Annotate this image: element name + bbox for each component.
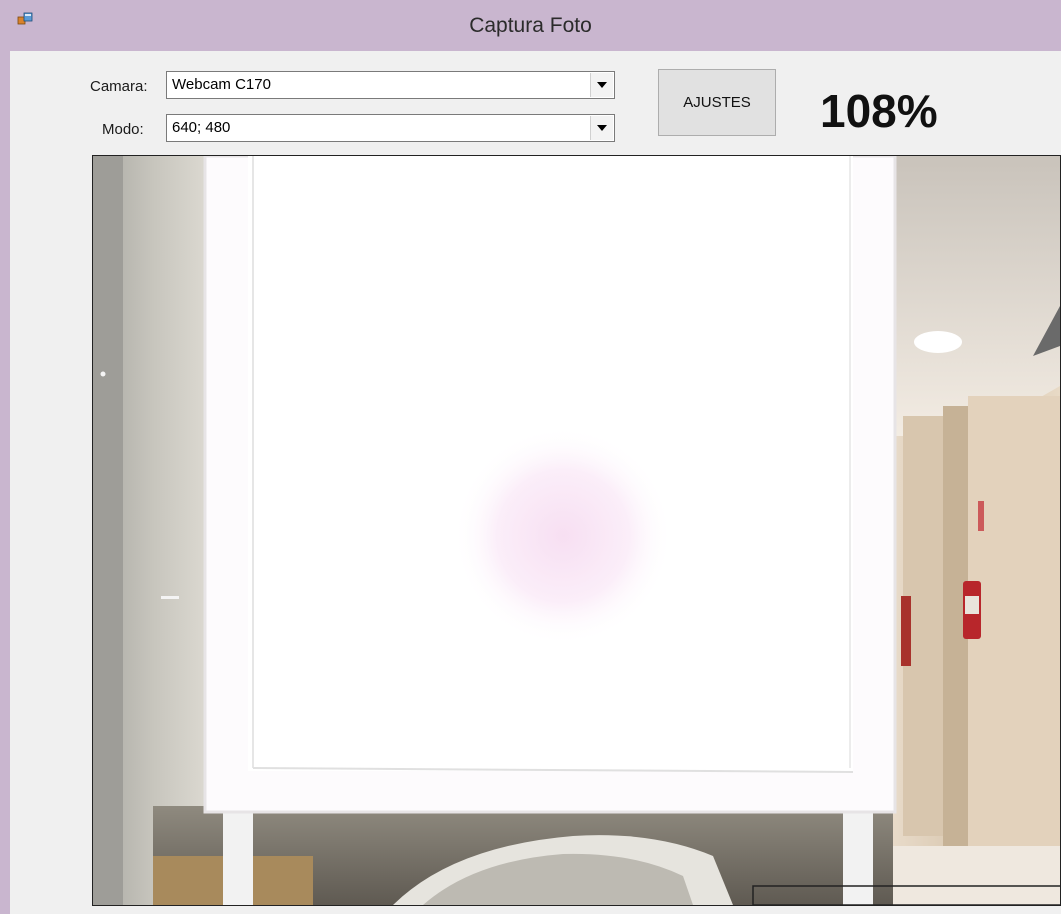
window-title: Captura Foto (469, 14, 592, 37)
camera-select-value: Webcam C170 (172, 76, 271, 93)
mode-dropdown-button[interactable] (590, 116, 613, 140)
camera-label: Camara: (90, 78, 148, 95)
mode-select[interactable]: 640; 480 (166, 114, 615, 142)
title-bar[interactable]: Captura Foto (0, 0, 1061, 51)
chevron-down-icon (597, 125, 607, 131)
camera-feed-image (93, 156, 1060, 905)
mode-select-value: 640; 480 (172, 119, 231, 136)
zoom-percent: 108% (820, 85, 938, 137)
app-window: Captura Foto Camara: Webcam C170 Modo: 6… (0, 0, 1061, 914)
form-client-area: Camara: Webcam C170 Modo: 640; 480 AJUST… (10, 51, 1061, 914)
settings-button[interactable]: AJUSTES (658, 69, 776, 136)
camera-select[interactable]: Webcam C170 (166, 71, 615, 99)
camera-preview[interactable] (92, 155, 1061, 906)
mode-label: Modo: (102, 121, 144, 138)
chevron-down-icon (597, 82, 607, 88)
camera-dropdown-button[interactable] (590, 73, 613, 97)
